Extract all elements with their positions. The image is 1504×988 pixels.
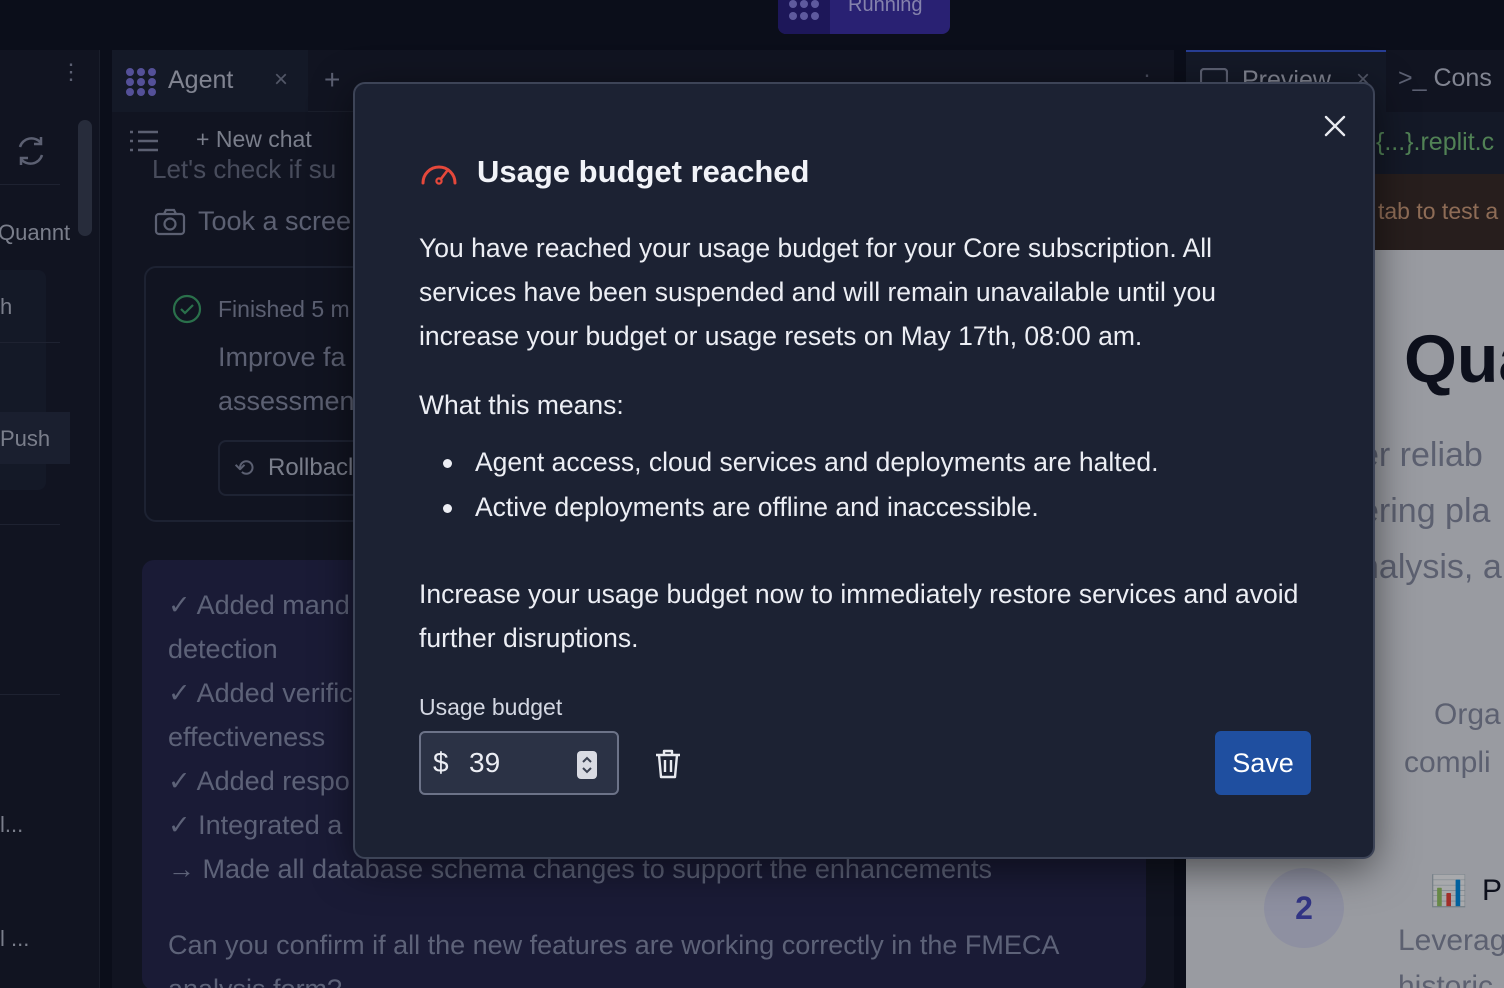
close-icon	[1324, 115, 1346, 137]
usage-budget-dialog: Usage budget reached You have reached yo…	[353, 82, 1375, 859]
bullet	[443, 504, 452, 513]
impact-list: Agent access, cloud services and deploym…	[419, 440, 1319, 530]
list-item: Agent access, cloud services and deploym…	[419, 440, 1319, 485]
currency-symbol: $	[433, 747, 449, 778]
trash-icon[interactable]	[653, 748, 683, 780]
close-button[interactable]	[1317, 108, 1353, 144]
number-stepper-icon[interactable]	[577, 751, 597, 779]
budget-value[interactable]: 39	[469, 747, 500, 779]
list-item-text: Agent access, cloud services and deploym…	[475, 447, 1159, 477]
budget-label: Usage budget	[419, 694, 563, 720]
call-to-action-text: Increase your usage budget now to immedi…	[419, 579, 1299, 653]
means-heading: What this means:	[419, 390, 624, 420]
list-item: Active deployments are offline and inacc…	[419, 485, 1319, 530]
budget-input[interactable]: $ 39	[419, 731, 619, 795]
bullet	[443, 459, 452, 468]
dialog-header: Usage budget reached	[419, 152, 809, 192]
gauge-icon	[421, 165, 457, 185]
save-button[interactable]: Save	[1215, 731, 1311, 795]
list-item-text: Active deployments are offline and inacc…	[475, 492, 1039, 522]
dialog-description: You have reached your usage budget for y…	[419, 233, 1216, 351]
dialog-title: Usage budget reached	[477, 154, 810, 189]
